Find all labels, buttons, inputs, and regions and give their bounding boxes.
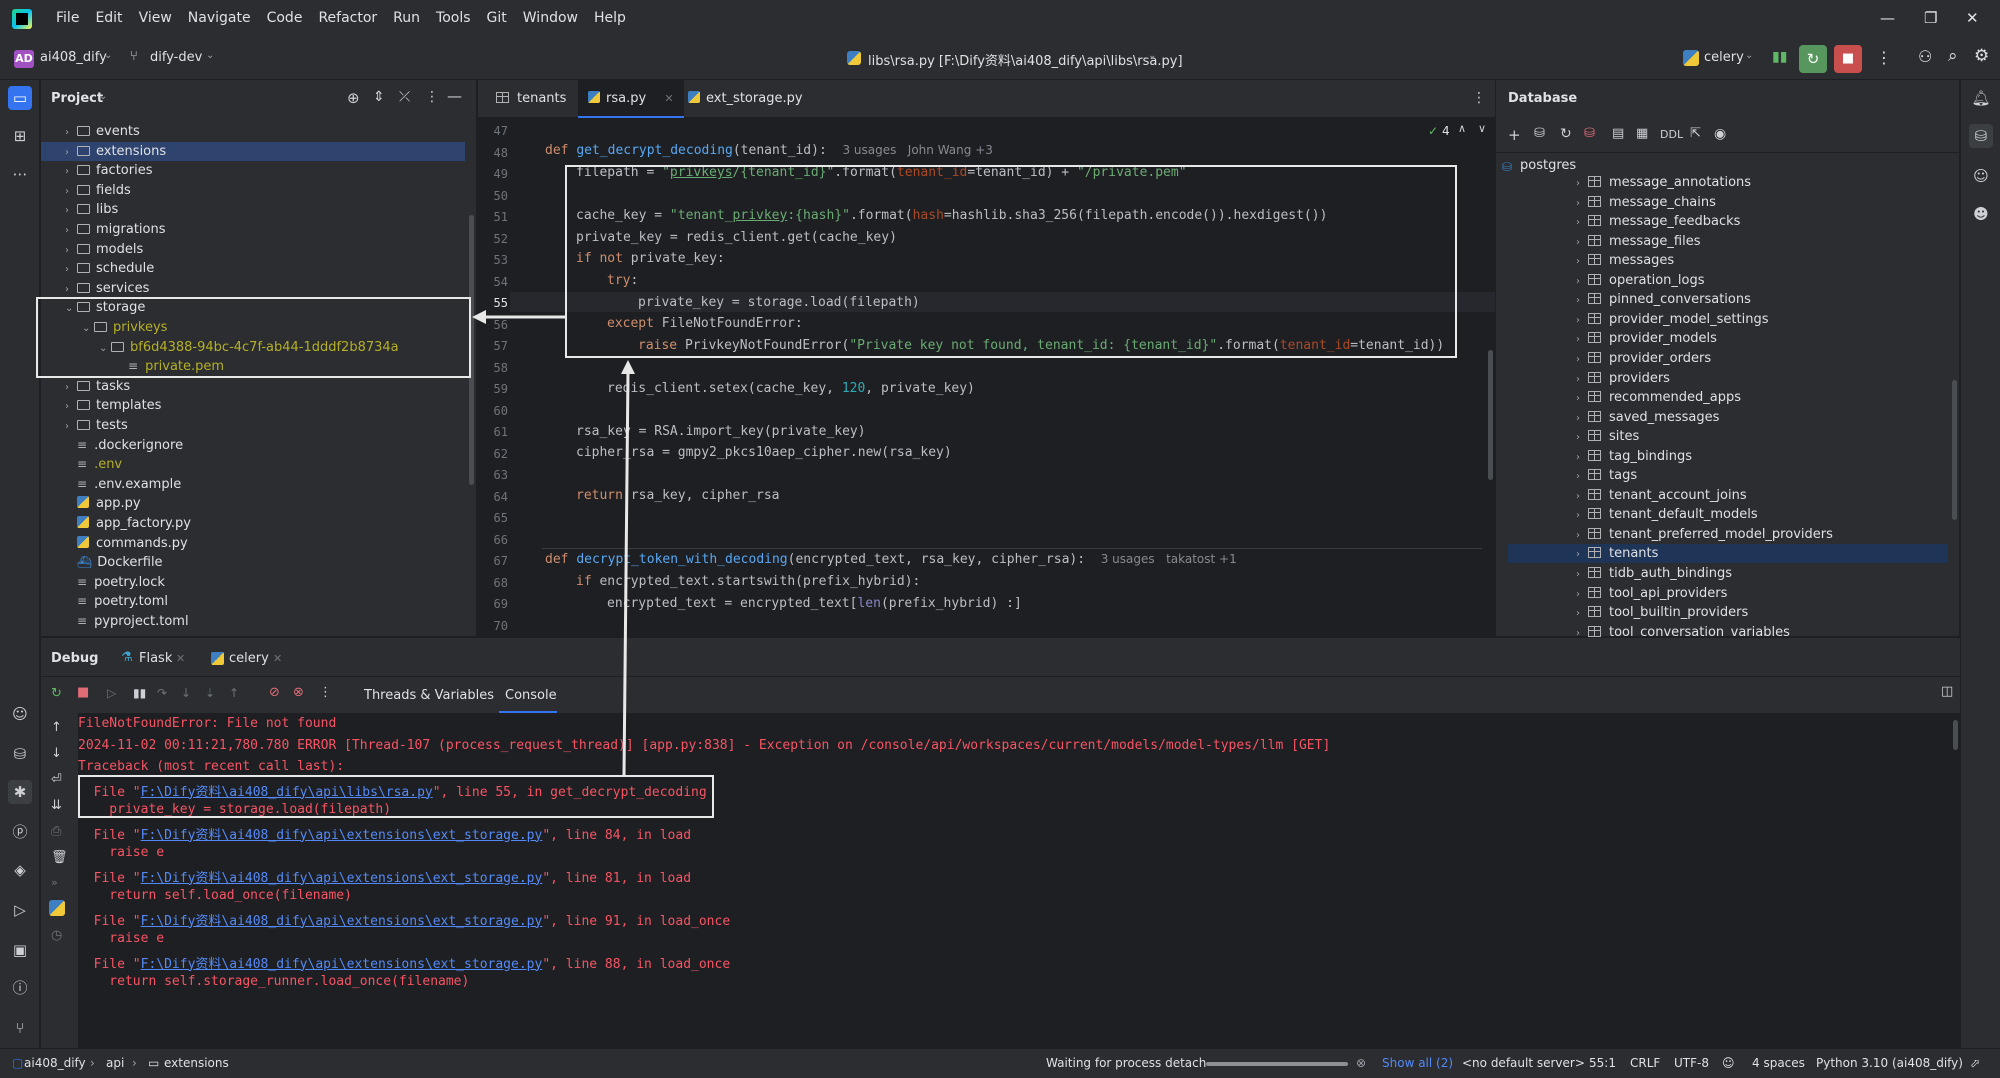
file-encoding[interactable]: UTF-8: [1674, 1056, 1709, 1070]
breadcrumb-separator: ›: [132, 1056, 137, 1070]
module-icon: ▢: [12, 1056, 24, 1070]
lock-icon[interactable]: ⬀: [1970, 1056, 1980, 1070]
line-separator[interactable]: CRLF: [1630, 1056, 1660, 1070]
python-interpreter[interactable]: Python 3.10 (ai408_dify): [1816, 1056, 1963, 1070]
annotation-arrows: [472, 310, 635, 776]
breadcrumb-separator: ›: [90, 1056, 95, 1070]
breadcrumb-extensions[interactable]: extensions: [164, 1056, 229, 1070]
process-progress-bar: [1206, 1062, 1348, 1066]
folder-icon: ▭: [148, 1056, 160, 1070]
cursor-position[interactable]: 55:1: [1589, 1056, 1616, 1070]
breadcrumb-api[interactable]: api: [106, 1056, 124, 1070]
arrow-to-tree-head: [472, 310, 486, 324]
arrow-to-code: [622, 371, 630, 776]
copilot-status-icon[interactable]: ☺: [1722, 1056, 1735, 1070]
process-status: Waiting for process detach: [1046, 1056, 1207, 1070]
breadcrumb-project[interactable]: ai408_dify: [24, 1056, 86, 1070]
indent-setting[interactable]: 4 spaces: [1752, 1056, 1805, 1070]
cancel-process-icon[interactable]: ⊗: [1356, 1056, 1366, 1070]
show-all-processes-link[interactable]: Show all (2): [1382, 1056, 1453, 1070]
arrow-to-code-head: [621, 360, 635, 374]
server-selector[interactable]: <no default server>: [1462, 1056, 1585, 1070]
status-bar: ▢ ai408_dify › api › ▭ extensions Waitin…: [0, 1048, 2000, 1078]
